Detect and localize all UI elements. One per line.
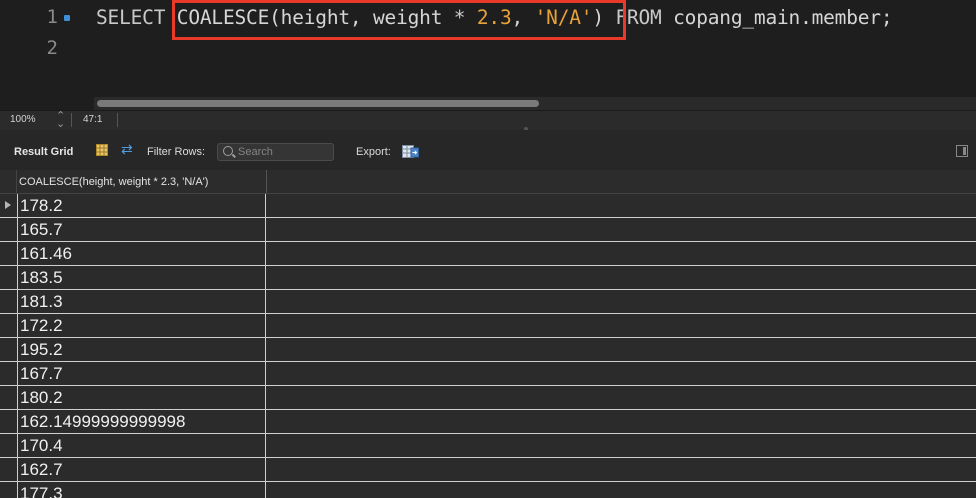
row-selector[interactable] xyxy=(0,266,16,289)
row-selector[interactable] xyxy=(0,386,16,409)
row-selector[interactable] xyxy=(0,362,16,385)
table-row[interactable]: 181.3 xyxy=(0,290,976,314)
table-cell[interactable]: 181.3 xyxy=(17,290,266,313)
table-row[interactable]: 183.5 xyxy=(0,266,976,290)
search-input[interactable] xyxy=(238,145,330,159)
table-row[interactable]: 178.2 xyxy=(0,194,976,218)
table-cell[interactable]: 170.4 xyxy=(17,434,266,457)
zoom-stepper-icon[interactable]: ⌃ ⌄ xyxy=(56,111,65,130)
divider xyxy=(117,113,118,127)
table-cell[interactable]: 178.2 xyxy=(17,194,266,217)
row-selector[interactable] xyxy=(0,242,16,265)
export-icon[interactable] xyxy=(402,143,419,159)
table-cell[interactable]: 183.5 xyxy=(17,266,266,289)
sql-keyword-select: SELECT xyxy=(96,6,166,29)
filter-rows-label: Filter Rows: xyxy=(147,146,206,158)
result-grid-icon[interactable] xyxy=(96,144,108,156)
sql-table-name: copang_main.member; xyxy=(673,6,893,29)
result-grid-header: COALESCE(height, weight * 2.3, 'N/A') xyxy=(0,170,976,194)
result-grid-body: 178.2 165.7 161.46 183.5 181.3 172.2 195.2 167.… xyxy=(0,194,976,498)
zoom-level[interactable]: 100% xyxy=(10,114,36,125)
editor-status-bar: 100% ⌃ ⌄ 47:1 xyxy=(0,110,976,130)
row-selector[interactable] xyxy=(0,410,16,433)
row-selector[interactable] xyxy=(0,314,16,337)
table-cell[interactable]: 167.7 xyxy=(17,362,266,385)
row-selector[interactable] xyxy=(0,218,16,241)
table-row[interactable]: 161.46 xyxy=(0,242,976,266)
line-number: 1 xyxy=(46,6,58,28)
current-row-arrow-icon xyxy=(5,201,11,209)
table-cell[interactable]: 165.7 xyxy=(17,218,266,241)
table-row[interactable]: 162.7 xyxy=(0,458,976,482)
line-number: 2 xyxy=(46,37,58,59)
table-row[interactable]: 177.3 xyxy=(0,482,976,498)
table-cell[interactable]: 195.2 xyxy=(17,338,266,361)
table-row[interactable]: 167.7 xyxy=(0,362,976,386)
table-cell[interactable]: 172.2 xyxy=(17,314,266,337)
table-row[interactable]: 195.2 xyxy=(0,338,976,362)
column-resize-handle[interactable] xyxy=(266,170,267,193)
table-cell[interactable]: 161.46 xyxy=(17,242,266,265)
row-selector[interactable] xyxy=(0,482,16,498)
row-selector[interactable] xyxy=(0,458,16,481)
toggle-side-panel-icon[interactable] xyxy=(956,145,968,157)
table-row[interactable]: 165.7 xyxy=(0,218,976,242)
result-toolbar: Result Grid ⇄ Filter Rows: Export: xyxy=(0,130,976,170)
table-cell[interactable]: 162.7 xyxy=(17,458,266,481)
cursor-position: 47:1 xyxy=(83,114,103,125)
column-header[interactable]: COALESCE(height, weight * 2.3, 'N/A') xyxy=(19,176,208,188)
row-selector[interactable] xyxy=(0,338,16,361)
table-row[interactable]: 162.14999999999998 xyxy=(0,410,976,434)
divider xyxy=(16,170,17,193)
table-cell[interactable]: 162.14999999999998 xyxy=(17,410,266,433)
row-selector[interactable] xyxy=(0,434,16,457)
filter-search-box[interactable] xyxy=(217,143,334,161)
row-selector[interactable] xyxy=(0,290,16,313)
sql-editor[interactable]: 1 2 SELECT COALESCE(height, weight * 2.3… xyxy=(0,0,976,110)
highlight-annotation-box xyxy=(172,0,626,40)
export-label: Export: xyxy=(356,146,391,158)
execution-marker-icon xyxy=(64,15,70,21)
divider xyxy=(71,113,72,127)
table-cell[interactable]: 177.3 xyxy=(17,482,266,498)
table-row[interactable]: 170.4 xyxy=(0,434,976,458)
refresh-icon[interactable]: ⇄ xyxy=(121,141,133,158)
result-grid-label: Result Grid xyxy=(14,146,74,158)
table-row[interactable]: 180.2 xyxy=(0,386,976,410)
search-icon xyxy=(223,146,233,156)
table-cell[interactable]: 180.2 xyxy=(17,386,266,409)
horizontal-scrollbar-thumb[interactable] xyxy=(97,100,539,107)
table-row[interactable]: 172.2 xyxy=(0,314,976,338)
row-selector[interactable] xyxy=(0,194,16,217)
